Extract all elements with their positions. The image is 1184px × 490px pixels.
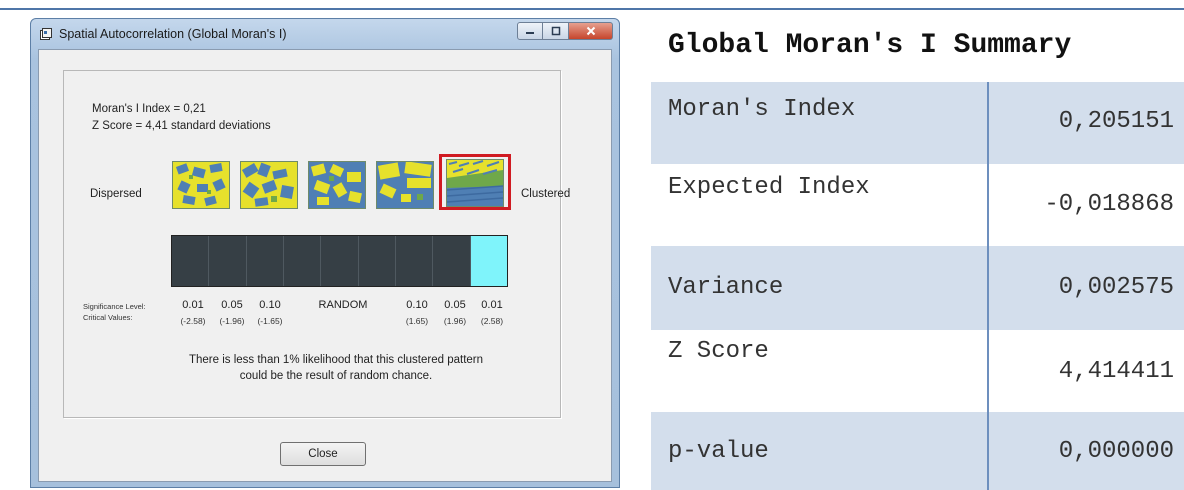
row-value: -0,018868 [1044,191,1174,218]
significance-level-label: Significance Level: [83,302,146,311]
table-column-divider [987,82,989,490]
critical-value: (2.58) [480,316,504,326]
close-window-button[interactable] [569,22,613,40]
interpretation-line-1: There is less than 1% likelihood that th… [188,354,484,366]
level-value: 0.05 [444,299,466,311]
row-label: Expected Index [668,174,870,201]
window-controls [517,22,613,40]
level-value-random: RANDOM [318,299,368,311]
critical-value: (-1.65) [257,316,283,326]
minimize-icon [526,32,534,34]
row-label: p-value [668,438,769,465]
interpretation-line-2: could be the result of random chance. [239,370,433,382]
row-label: Moran's Index [668,96,856,123]
z-score-text: Z Score = 4,41 standard deviations [92,120,271,132]
window-title: Spatial Autocorrelation (Global Moran's … [59,27,287,41]
level-value: 0.01 [182,299,204,311]
scale-cell [246,236,284,286]
scale-cell [358,236,396,286]
table-row: Variance 0,002575 [651,246,1184,330]
scale-cell [172,236,210,286]
pattern-thumbnail-random [308,161,366,209]
dispersed-label: Dispersed [90,188,142,200]
level-value: 0.10 [406,299,428,311]
table-row: Moran's Index 0,205151 [651,82,1184,164]
summary-table: Moran's Index 0,205151 Expected Index -0… [651,82,1184,490]
row-value: 4,414411 [1058,358,1174,385]
maximize-icon [551,26,560,36]
scale-cell [209,236,247,286]
top-rule [0,8,1184,10]
clustered-label: Clustered [521,188,571,200]
scale-cell [433,236,471,286]
row-label: Z Score [668,338,769,365]
pattern-thumbnail-2 [240,161,298,209]
summary-title: Global Moran's I Summary [668,30,1072,61]
maximize-button[interactable] [543,22,569,40]
close-icon [586,26,595,36]
scale-cell [321,236,359,286]
row-value: 0,205151 [1058,108,1174,135]
row-value: 0,002575 [1058,274,1174,301]
table-row: Z Score 4,414411 [651,330,1184,412]
critical-values-label: Critical Values: [83,313,133,322]
critical-value: (1.65) [405,316,429,326]
level-value: 0.01 [481,299,503,311]
pattern-thumbnail-4 [376,161,434,209]
scale-cell-highlighted [470,236,507,286]
row-value: 0,000000 [1058,438,1174,465]
level-value: 0.10 [259,299,281,311]
critical-value: (-2.58) [180,316,206,326]
scale-cell [283,236,322,286]
scale-cell [395,236,434,286]
pattern-thumbnail-dispersed [172,161,230,209]
close-button[interactable]: Close [280,442,366,466]
critical-value: (1.96) [443,316,467,326]
selected-pattern-highlight [439,154,511,210]
row-label: Variance [668,274,784,301]
table-row: p-value 0,000000 [651,412,1184,490]
morans-index-text: Moran's I Index = 0,21 [92,103,206,115]
significance-scale [171,235,508,287]
minimize-button[interactable] [517,22,543,40]
app-icon [40,28,52,40]
critical-value: (-1.96) [219,316,245,326]
level-value: 0.05 [221,299,243,311]
table-row: Expected Index -0,018868 [651,164,1184,246]
title-bar[interactable]: Spatial Autocorrelation (Global Moran's … [31,19,619,49]
